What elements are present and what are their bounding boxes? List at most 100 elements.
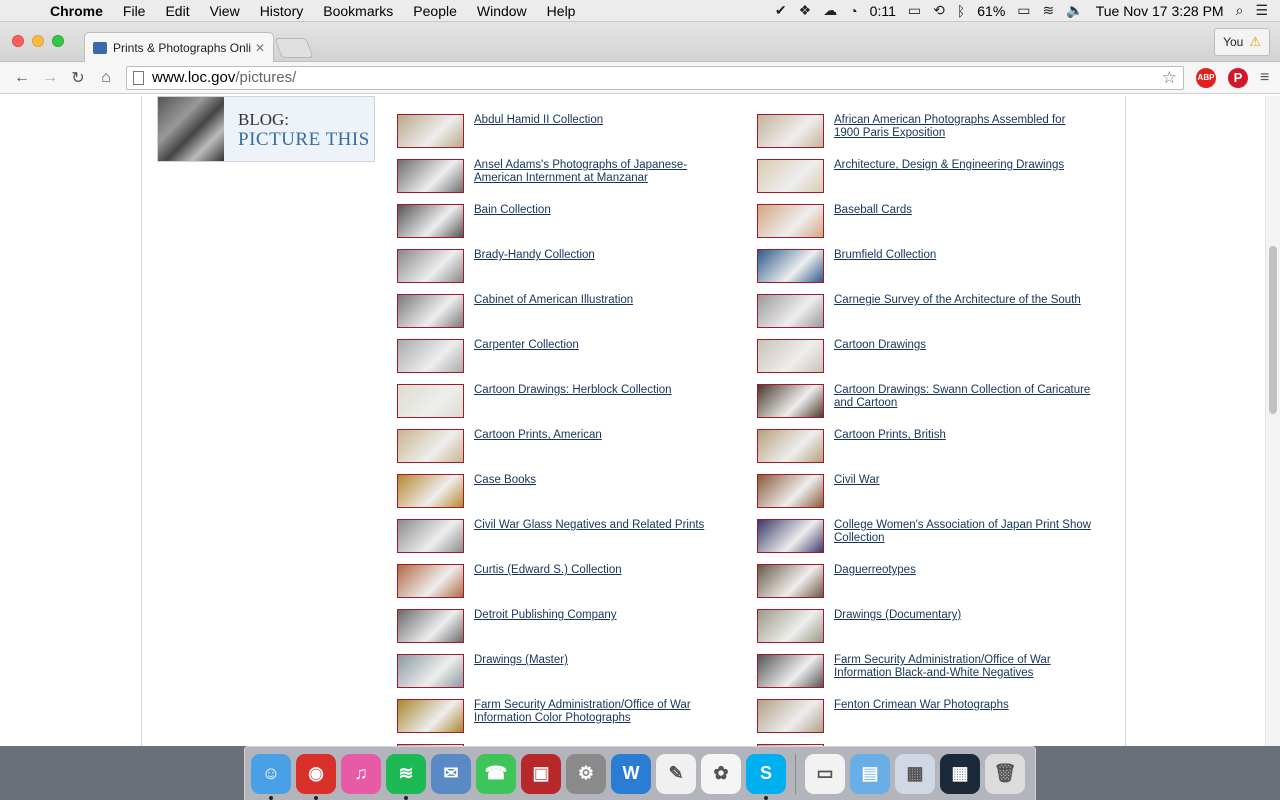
collection-thumbnail[interactable]	[757, 204, 824, 238]
collection-thumbnail[interactable]	[397, 114, 464, 148]
collection-link[interactable]: Farm Security Administration/Office of W…	[474, 699, 734, 733]
menu-window[interactable]: Window	[467, 3, 537, 19]
collection-thumbnail[interactable]	[757, 474, 824, 508]
dock-finder-icon[interactable]: ☺	[251, 753, 291, 800]
collection-thumbnail[interactable]	[397, 204, 464, 238]
collection-link[interactable]: Detroit Publishing Company	[474, 609, 734, 643]
collection-thumbnail[interactable]	[397, 384, 464, 418]
collection-thumbnail[interactable]	[757, 159, 824, 193]
collection-link[interactable]: Cartoon Drawings	[834, 339, 1094, 373]
collection-link[interactable]: Cartoon Prints, British	[834, 429, 1094, 463]
collection-link[interactable]: Fenton Crimean War Photographs	[834, 699, 1094, 733]
menu-app-name[interactable]: Chrome	[40, 3, 113, 19]
dock-folder-icon[interactable]: ▤	[850, 753, 890, 794]
collection-link[interactable]: Drawings (Master)	[474, 654, 734, 688]
collection-thumbnail[interactable]	[757, 294, 824, 328]
blog-banner[interactable]: BLOG: PICTURE THIS	[157, 96, 375, 162]
collection-thumbnail[interactable]	[397, 249, 464, 283]
dock-itunes-icon[interactable]: ♫	[341, 753, 381, 794]
collection-thumbnail[interactable]	[757, 429, 824, 463]
menu-file[interactable]: File	[113, 3, 156, 19]
collection-link[interactable]: Brumfield Collection	[834, 249, 1094, 283]
home-icon[interactable]: ⌂	[92, 69, 120, 87]
collection-thumbnail[interactable]	[397, 519, 464, 553]
checkmark-icon[interactable]: ✔	[775, 2, 787, 19]
dock-screenshot-2-icon[interactable]: ▦	[940, 753, 980, 794]
collection-link[interactable]: Carnegie Survey of the Architecture of t…	[834, 294, 1094, 328]
spotlight-search-icon[interactable]: ⌕	[1236, 2, 1244, 19]
collection-link[interactable]: Farm Security Administration/Office of W…	[834, 654, 1094, 688]
dock-system-preferences-icon[interactable]: ⚙	[566, 753, 606, 794]
collection-link[interactable]: African American Photographs Assembled f…	[834, 114, 1094, 148]
collection-link[interactable]: Bain Collection	[474, 204, 734, 238]
collection-link[interactable]: Cartoon Prints, American	[474, 429, 734, 463]
menu-edit[interactable]: Edit	[155, 3, 199, 19]
dock-facetime-icon[interactable]: ☎	[476, 753, 516, 794]
collection-link[interactable]: Abdul Hamid II Collection	[474, 114, 734, 148]
address-bar[interactable]: www.loc.gov /pictures/ ☆	[126, 65, 1184, 90]
collection-thumbnail[interactable]	[397, 699, 464, 733]
dropbox-icon[interactable]: ❖	[799, 2, 812, 19]
collection-thumbnail[interactable]	[757, 384, 824, 418]
collection-link[interactable]: Daguerreotypes	[834, 564, 1094, 598]
collection-thumbnail[interactable]	[397, 474, 464, 508]
menu-view[interactable]: View	[200, 3, 250, 19]
collection-link[interactable]: Cartoon Drawings: Swann Collection of Ca…	[834, 384, 1094, 418]
collection-thumbnail[interactable]	[397, 609, 464, 643]
chrome-menu-icon[interactable]: ≡	[1260, 69, 1269, 87]
cloud-icon[interactable]: ☁	[823, 2, 837, 19]
menu-history[interactable]: History	[250, 3, 314, 19]
collection-link[interactable]: Drawings (Documentary)	[834, 609, 1094, 643]
collection-thumbnail[interactable]	[757, 654, 824, 688]
volume-icon[interactable]: 🔈	[1066, 2, 1083, 19]
collection-thumbnail[interactable]	[757, 114, 824, 148]
scrollbar[interactable]	[1265, 96, 1280, 746]
profile-button[interactable]: You ⚠	[1214, 28, 1270, 56]
battery-icon[interactable]: ▭	[1017, 2, 1030, 19]
adblock-plus-icon[interactable]: ABP	[1196, 67, 1216, 88]
bluetooth-icon[interactable]: ᛒ	[957, 3, 965, 19]
dock-skype-icon[interactable]: S	[746, 753, 786, 800]
collection-thumbnail[interactable]	[397, 339, 464, 373]
menu-help[interactable]: Help	[537, 3, 586, 19]
maximize-window-button[interactable]	[52, 35, 64, 47]
collection-link[interactable]: Carpenter Collection	[474, 339, 734, 373]
dock-screenshot-1-icon[interactable]: ▦	[895, 753, 935, 794]
scrollbar-thumb[interactable]	[1269, 246, 1277, 414]
dock-word-icon[interactable]: W	[611, 753, 651, 794]
minimize-window-button[interactable]	[32, 35, 44, 47]
tab-active[interactable]: Prints & Photographs Onli ✕	[84, 32, 274, 62]
close-window-button[interactable]	[12, 35, 24, 47]
collection-link[interactable]: Architecture, Design & Engineering Drawi…	[834, 159, 1094, 193]
reload-icon[interactable]: ↻	[64, 68, 92, 88]
dock-trash-icon[interactable]: 🗑	[985, 753, 1025, 794]
dock-textedit-icon[interactable]: ✎	[656, 753, 696, 794]
collection-link[interactable]: Curtis (Edward S.) Collection	[474, 564, 734, 598]
wifi-icon[interactable]: ≋	[1043, 2, 1055, 19]
collection-thumbnail[interactable]	[397, 654, 464, 688]
collection-link[interactable]: College Women's Association of Japan Pri…	[834, 519, 1094, 553]
time-machine-icon[interactable]: ⟲	[933, 2, 945, 19]
collection-link[interactable]: Civil War	[834, 474, 1094, 508]
pinterest-icon[interactable]: P	[1228, 67, 1248, 88]
collection-thumbnail[interactable]	[757, 609, 824, 643]
close-tab-icon[interactable]: ✕	[255, 41, 265, 55]
collection-thumbnail[interactable]	[757, 519, 824, 553]
collection-link[interactable]: Ansel Adams's Photographs of Japanese-Am…	[474, 159, 734, 193]
dock-document-icon[interactable]: ▭	[805, 753, 845, 794]
collection-thumbnail[interactable]	[757, 249, 824, 283]
collection-link[interactable]: Brady-Handy Collection	[474, 249, 734, 283]
notification-center-icon[interactable]: ☰	[1255, 2, 1268, 19]
menu-bookmarks[interactable]: Bookmarks	[313, 3, 403, 19]
dock-spotify-icon[interactable]: ≋	[386, 753, 426, 800]
collection-thumbnail[interactable]	[757, 699, 824, 733]
back-icon[interactable]: ←	[8, 69, 36, 87]
collection-link[interactable]: Cartoon Drawings: Herblock Collection	[474, 384, 734, 418]
collection-link[interactable]: Baseball Cards	[834, 204, 1094, 238]
timer-icon[interactable]: ◔	[849, 3, 857, 19]
forward-icon[interactable]: →	[36, 69, 64, 87]
dock-preview-icon[interactable]: ✉	[431, 753, 471, 794]
collection-link[interactable]: Civil War Glass Negatives and Related Pr…	[474, 519, 734, 553]
collection-thumbnail[interactable]	[397, 429, 464, 463]
dock-photos-icon[interactable]: ✿	[701, 753, 741, 794]
